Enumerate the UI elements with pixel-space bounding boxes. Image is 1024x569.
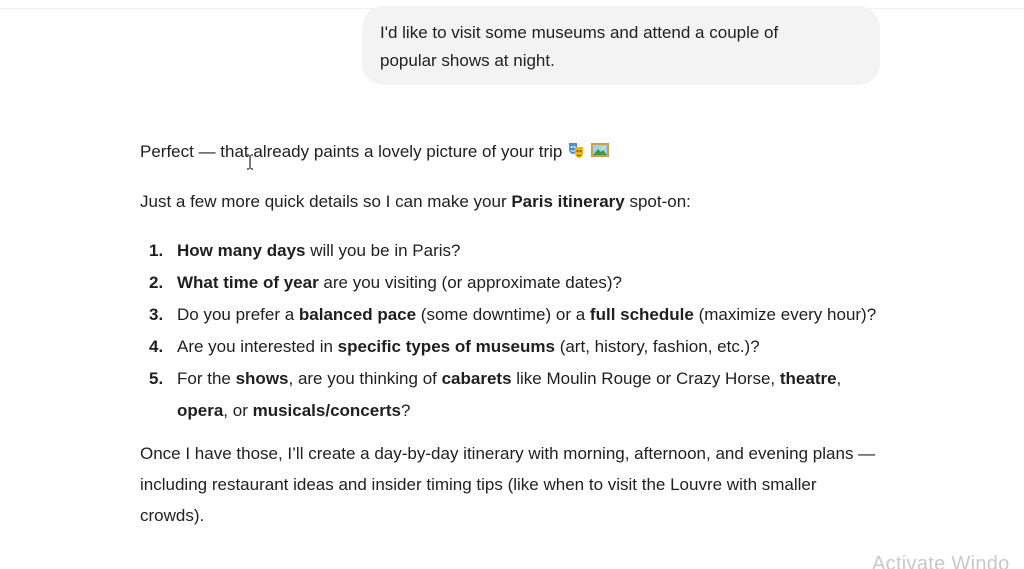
- reply-closing: Once I have those, I’ll create a day-by-…: [140, 444, 876, 525]
- assistant-reply: Perfect — that already paints a lovely p…: [140, 136, 880, 531]
- list-number: 1.: [149, 241, 164, 260]
- list-number: 4.: [149, 337, 164, 356]
- lead-bold-phrase: Paris itinerary: [511, 192, 625, 211]
- user-message-bubble: I'd like to visit some museums and atten…: [362, 6, 880, 85]
- list-item: 3. Do you prefer a balanced pace (some do…: [140, 299, 880, 331]
- activation-watermark: Activate Windo: [872, 553, 1010, 569]
- reply-lead: Just a few more quick details so I can m…: [140, 192, 691, 211]
- text-cursor-icon: [247, 154, 253, 170]
- list-item: 1. How many days will you be in Paris?: [140, 235, 880, 267]
- user-message-line-2: popular shows at night.: [380, 51, 555, 70]
- framed-picture-icon: [590, 140, 610, 160]
- reply-intro-text: Perfect — that already paints a lovely p…: [140, 142, 563, 161]
- performing-arts-icon: [566, 140, 586, 160]
- chat-page: I'd like to visit some museums and atten…: [0, 0, 1024, 569]
- list-item: 2. What time of year are you visiting (or…: [140, 267, 880, 299]
- list-number: 5.: [149, 369, 164, 388]
- list-number: 3.: [149, 305, 164, 324]
- list-number: 2.: [149, 273, 164, 292]
- questions-list: 1. How many days will you be in Paris? 2.…: [140, 235, 880, 427]
- user-message-line-1: I'd like to visit some museums and atten…: [380, 23, 779, 42]
- list-item: 5. For the shows, are you thinking of cab…: [140, 363, 880, 427]
- list-item: 4. Are you interested in specific types o…: [140, 331, 880, 363]
